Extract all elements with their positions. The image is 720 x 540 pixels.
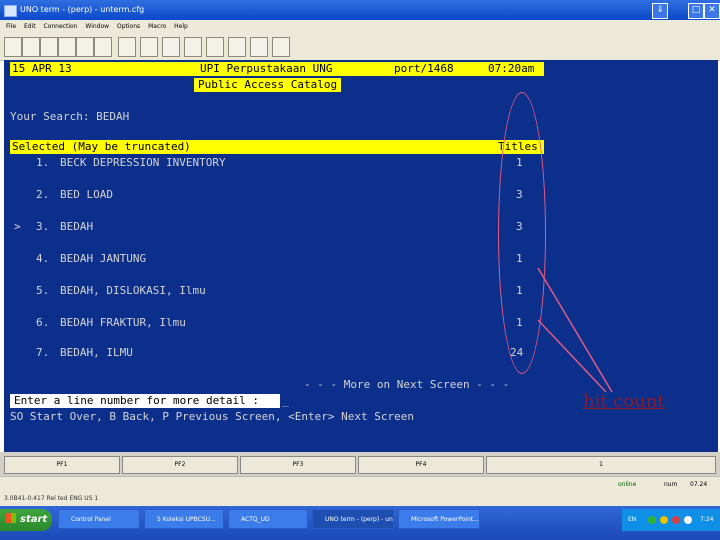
app-icon [4,5,17,17]
row-heading[interactable]: BEDAH, ILMU [60,346,133,360]
info-strip: 3.0B41-0.417 Rel ted ENG US 1 [0,492,720,506]
fkey-pf3[interactable]: PF3 [240,456,356,474]
row-heading[interactable]: BECK DEPRESSION INVENTORY [60,156,226,170]
status-mode: num [664,481,678,488]
calendar-icon[interactable] [22,37,40,57]
row-number[interactable]: 5. [36,284,49,298]
toolbar-button-blank-5[interactable] [206,37,224,57]
help-line: SO Start Over, B Back, P Previous Screen… [10,410,414,423]
menu-edit[interactable]: Edit [24,23,36,30]
more-notice: - - - More on Next Screen - - - [304,378,510,391]
taskbar-item[interactable]: Microsoft PowerPoint... [398,509,480,529]
row-number[interactable]: 6. [36,316,49,330]
window-title: UNO term - (perp) - unterm.cfg [20,5,145,14]
row-marker [14,346,21,360]
row-marker [14,156,21,170]
header-time: 07:20am [488,62,535,76]
row-marker-selected: > [14,220,21,233]
tray-language[interactable]: EN [628,509,636,531]
status-online: online [618,481,637,488]
tray-clock: 7:24 [700,516,714,523]
row-marker [14,188,21,202]
row-heading[interactable]: BEDAH FRAKTUR, Ilmu [60,316,186,330]
menu-bar: File Edit Connection Window Options Macr… [0,20,720,34]
function-key-bar: PF1 PF2 PF3 PF4 1 [0,452,720,476]
header-catalog-title: Public Access Catalog [194,78,342,92]
toolbar-button-blank-2[interactable] [140,37,158,57]
fkey-session[interactable]: 1 [486,456,716,474]
row-marker [14,284,21,298]
status-cursor-position: 07.24 [690,481,708,488]
taskbar-item[interactable]: ACTQ_UD [228,509,308,529]
row-marker [14,252,21,266]
toolbar-button-blank-7[interactable] [250,37,268,57]
close-button[interactable]: ✕ [704,3,720,19]
toolbar-button-blank-4[interactable] [184,37,202,57]
fkey-pf1[interactable]: PF1 [4,456,120,474]
prompt-text: Enter a line number for more detail : [14,394,266,407]
system-tray: EN 7:24 [622,509,720,531]
table-header-selected: Selected (May be truncated) [12,140,191,154]
security-icon[interactable] [672,516,680,524]
row-heading[interactable]: BEDAH JANTUNG [60,252,146,266]
info-strip-text: 3.0B41-0.417 Rel ted ENG US 1 [4,495,99,502]
toolbar-button-blank-1[interactable] [118,37,136,57]
clipboard-icon[interactable] [94,37,112,57]
network-icon[interactable] [648,516,656,524]
row-number[interactable]: 1. [36,156,49,170]
row-heading[interactable]: BEDAH [60,220,93,234]
menu-file[interactable]: File [6,23,16,30]
menu-options[interactable]: Options [117,23,140,30]
menu-macro[interactable]: Macro [148,23,166,30]
row-number[interactable]: 2. [36,188,49,202]
menu-connection[interactable]: Connection [44,23,78,30]
taskbar: start Control Panel 5 Koleksi UPBCSU... … [0,506,720,540]
volume-icon[interactable] [660,516,668,524]
menu-help[interactable]: Help [174,23,188,30]
fkey-pf2[interactable]: PF2 [122,456,238,474]
taskbar-item[interactable]: 5 Koleksi UPBCSU... [144,509,224,529]
menu-window[interactable]: Window [85,23,109,30]
row-heading[interactable]: BED LOAD [60,188,113,202]
toolbar-button-blank-8[interactable] [272,37,290,57]
header-library-name: UPI Perpustakaan UNG [200,62,333,76]
toolbar-button-blank-6[interactable] [228,37,246,57]
hit-count-ellipse [498,92,546,374]
row-marker [14,316,21,330]
input-cursor[interactable]: _ [282,394,289,408]
hit-count-label: hit count [583,391,665,412]
search-label: Your Search: BEDAH [10,110,130,123]
row-number[interactable]: 4. [36,252,49,266]
header-port: port/1468 [394,62,454,76]
taskbar-item[interactable]: Control Panel [58,509,140,529]
window-title-bar[interactable]: UNO term - (perp) - unterm.cfg ⇓ □ ✕ [0,0,720,20]
menu-lines-icon[interactable] [4,37,22,57]
row-heading[interactable]: BEDAH, DISLOKASI, Ilmu [60,284,206,298]
row-number[interactable]: 3. [36,220,49,234]
row-number[interactable]: 7. [36,346,49,360]
toolbar-button-blank-3[interactable] [162,37,180,57]
grid-icon[interactable] [40,37,58,57]
update-icon[interactable] [684,516,692,524]
scroll-arrow-icon[interactable]: ⇓ [652,3,668,19]
header-date: 15 APR 13 [12,62,72,76]
status-bar: online num 07.24 [0,476,720,493]
toolbar [0,34,720,61]
fkey-pf4[interactable]: PF4 [358,456,484,474]
taskbar-item-active[interactable]: UNO term - (perp) - un... [312,509,394,529]
stamp-icon[interactable] [76,37,94,57]
windows-logo-icon [6,513,16,523]
document-icon[interactable] [58,37,76,57]
start-label: start [20,514,48,525]
start-button[interactable]: start [0,509,52,531]
maximize-button[interactable]: □ [688,3,704,19]
